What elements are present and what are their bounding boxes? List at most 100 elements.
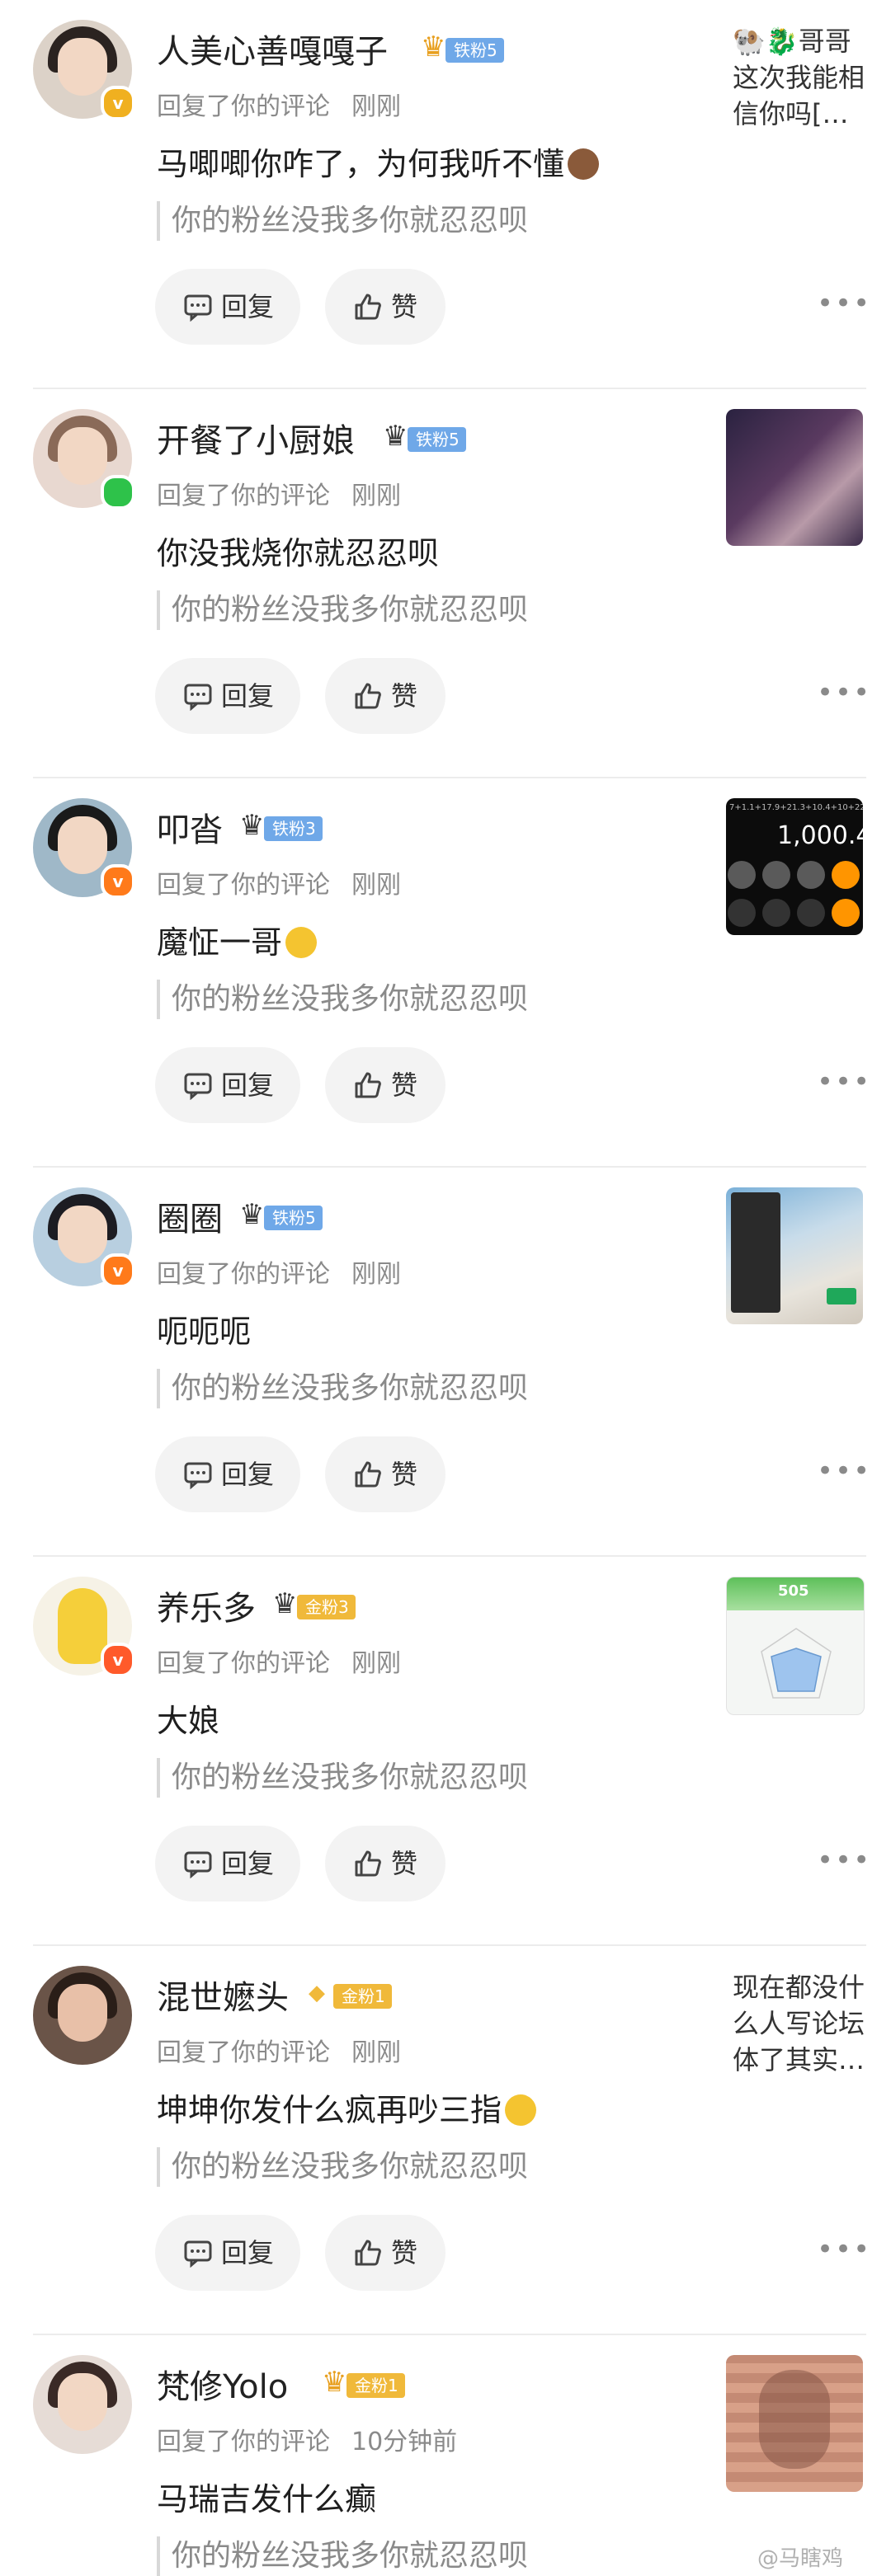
quoted-comment[interactable]: 你的粉丝没我多你就忍忍呗 <box>157 980 528 1019</box>
post-thumbnail[interactable]: 505 <box>726 1577 865 1715</box>
avatar-face <box>58 1984 107 2042</box>
post-thumbnail[interactable] <box>726 2355 863 2492</box>
comment-item[interactable]: v 养乐多 ♛ 金粉3 回复了你的评论 刚刚 大娘 你的粉丝没我多你就忍忍呗 回复… <box>0 1557 891 1946</box>
timestamp: 刚刚 <box>351 871 401 900</box>
reply-meta-text: 回复了你的评论 <box>157 1649 330 1678</box>
comment-item[interactable]: v 叩沓 ♛ 铁粉3 回复了你的评论 刚刚 魔怔一哥 你的粉丝没我多你就忍忍呗 回… <box>0 778 891 1168</box>
calculator-expression: 7+1.1+17.9+21.3+10.4+10+22 <box>729 803 863 812</box>
comment-item[interactable]: 开餐了小厨娘 ♛ 铁粉5 回复了你的评论 刚刚 你没我烧你就忍忍呗 你的粉丝没我多… <box>0 389 891 778</box>
reply-button[interactable]: 回复 <box>155 1436 300 1512</box>
watermark: @马瞎鸡 <box>757 2546 844 2571</box>
original-post-snippet[interactable]: 现在都没什么人写论坛体了其实… <box>733 1969 881 2078</box>
calculator-key <box>728 861 756 889</box>
timestamp: 10分钟前 <box>351 2428 458 2456</box>
quoted-comment[interactable]: 你的粉丝没我多你就忍忍呗 <box>157 1758 528 1798</box>
like-button[interactable]: 赞 <box>325 269 446 345</box>
like-button[interactable]: 赞 <box>325 2215 446 2291</box>
user-name[interactable]: 人美心善嘎嘎子 <box>157 25 388 73</box>
calculator-key <box>762 861 790 889</box>
thumbs-up-icon <box>355 683 381 709</box>
sad-emoji-icon <box>285 927 318 958</box>
original-post-snippet[interactable]: 🐏🐉哥哥 这次我能相信你吗[… <box>733 23 881 132</box>
more-options-icon[interactable]: ••• <box>817 1846 870 1875</box>
quoted-comment[interactable]: 你的粉丝没我多你就忍忍呗 <box>157 2147 528 2187</box>
like-button[interactable]: 赞 <box>325 1436 446 1512</box>
comment-icon <box>184 294 212 322</box>
reply-button[interactable]: 回复 <box>155 269 300 345</box>
post-thumbnail[interactable] <box>726 1187 863 1324</box>
thumbs-up-icon <box>355 1072 381 1098</box>
avatar[interactable] <box>33 2355 132 2454</box>
fan-level: 金粉3 <box>297 1595 356 1619</box>
like-label: 赞 <box>391 2237 418 2268</box>
like-label: 赞 <box>391 1848 418 1879</box>
comment-text-body: 魔怔一哥 <box>157 924 283 961</box>
timestamp: 刚刚 <box>351 1649 401 1678</box>
reply-label: 回复 <box>221 2237 275 2268</box>
user-name[interactable]: 圈圈 <box>157 1192 223 1240</box>
quoted-comment[interactable]: 你的粉丝没我多你就忍忍呗 <box>157 1369 528 1408</box>
post-thumbnail[interactable] <box>726 409 863 546</box>
comment-text-body: 马唧唧你咋了，为何我听不懂 <box>157 146 565 182</box>
fan-level: 金粉1 <box>333 1984 392 2009</box>
like-button[interactable]: 赞 <box>325 1826 446 1901</box>
comment-text: 马瑞吉发什么癫 <box>157 2481 377 2517</box>
reply-meta-text: 回复了你的评论 <box>157 2038 330 2067</box>
user-name[interactable]: 叩沓 <box>157 803 223 851</box>
fan-level: 铁粉3 <box>264 816 323 841</box>
avatar-face <box>58 38 107 96</box>
user-name[interactable]: 养乐多 <box>157 1582 256 1629</box>
comment-item[interactable]: 混世嬷头 ◆ 金粉1 回复了你的评论 刚刚 坤坤你发什么疯再吵三指 你的粉丝没我多… <box>0 1946 891 2335</box>
timestamp: 刚刚 <box>351 482 401 510</box>
radar-chart-icon <box>761 1628 832 1699</box>
quoted-comment[interactable]: 你的粉丝没我多你就忍忍呗 <box>157 590 528 630</box>
fan-level: 铁粉5 <box>446 38 504 63</box>
more-options-icon[interactable]: ••• <box>817 289 870 318</box>
reply-meta: 回复了你的评论 10分钟前 <box>157 2421 457 2457</box>
avatar-face <box>58 427 107 485</box>
quoted-comment[interactable]: 你的粉丝没我多你就忍忍呗 <box>157 2536 528 2576</box>
comment-item[interactable]: v 人美心善嘎嘎子 ♛ 铁粉5 回复了你的评论 刚刚 马唧唧你咋了，为何我听不懂 … <box>0 0 891 389</box>
comment-text: 大娘 <box>157 1703 220 1739</box>
post-thumbnail[interactable]: 7+1.1+17.9+21.3+10.4+10+22 1,000.4 <box>726 798 863 935</box>
reply-meta-text: 回复了你的评论 <box>157 92 330 121</box>
quoted-comment[interactable]: 你的粉丝没我多你就忍忍呗 <box>157 201 528 241</box>
like-label: 赞 <box>391 291 418 322</box>
reply-label: 回复 <box>221 1069 275 1101</box>
reply-meta-text: 回复了你的评论 <box>157 482 330 510</box>
reply-button[interactable]: 回复 <box>155 1047 300 1123</box>
reply-button[interactable]: 回复 <box>155 2215 300 2291</box>
thumbnail-tag <box>827 1288 856 1304</box>
more-options-icon[interactable]: ••• <box>817 1068 870 1097</box>
avatar-face <box>58 2373 107 2431</box>
more-options-icon[interactable]: ••• <box>817 2235 870 2264</box>
comment-text: 坤坤你发什么疯再吵三指 <box>157 2085 537 2130</box>
more-options-icon[interactable]: ••• <box>817 1457 870 1486</box>
comment-item[interactable]: 梵修Yolo ♛ 金粉1 回复了你的评论 10分钟前 马瑞吉发什么癫 你的粉丝没我… <box>0 2335 891 2576</box>
like-button[interactable]: 赞 <box>325 1047 446 1123</box>
thumbs-up-icon <box>355 294 381 320</box>
reply-meta-text: 回复了你的评论 <box>157 871 330 900</box>
reply-button[interactable]: 回复 <box>155 1826 300 1901</box>
comment-icon <box>184 1851 212 1878</box>
thumbs-up-icon <box>355 1461 381 1488</box>
reply-button[interactable]: 回复 <box>155 658 300 734</box>
comment-text: 你没我烧你就忍忍呗 <box>157 535 440 571</box>
calculator-key <box>728 899 756 927</box>
user-name[interactable]: 混世嬷头 <box>157 1971 289 2019</box>
avatar[interactable] <box>33 1966 132 2065</box>
comment-item[interactable]: v 圈圈 ♛ 铁粉5 回复了你的评论 刚刚 呃呃呃 你的粉丝没我多你就忍忍呗 回复… <box>0 1168 891 1557</box>
reply-meta-text: 回复了你的评论 <box>157 2428 330 2456</box>
verified-badge: v <box>101 1253 135 1288</box>
timestamp: 刚刚 <box>351 92 401 121</box>
timestamp: 刚刚 <box>351 2038 401 2067</box>
more-options-icon[interactable]: ••• <box>817 679 870 707</box>
user-name[interactable]: 开餐了小厨娘 <box>157 414 355 462</box>
comment-text-body: 坤坤你发什么疯再吵三指 <box>157 2092 502 2128</box>
user-name[interactable]: 梵修Yolo <box>157 2360 288 2408</box>
avatar-face <box>58 1206 107 1263</box>
like-button[interactable]: 赞 <box>325 658 446 734</box>
thumbnail-inset <box>731 1192 780 1313</box>
calculator-key <box>832 861 860 889</box>
comment-text: 魔怔一哥 <box>157 917 318 962</box>
